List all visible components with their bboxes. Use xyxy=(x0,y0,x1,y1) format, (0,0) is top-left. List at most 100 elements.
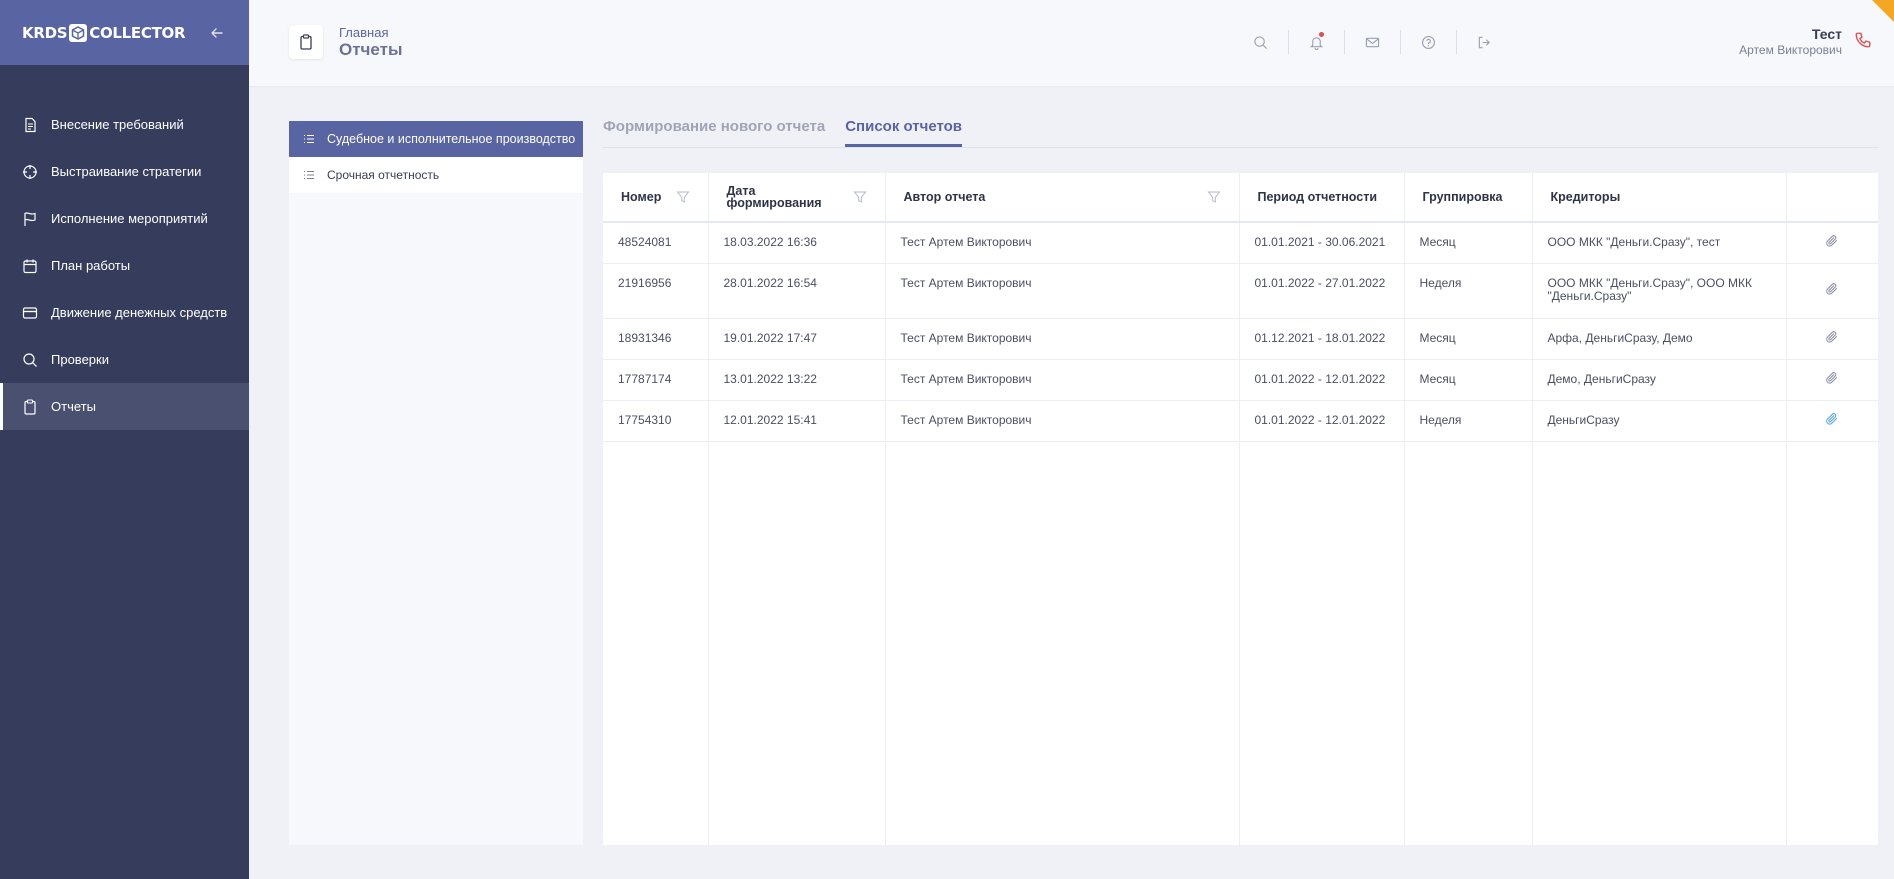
sidebar-nav: Внесение требований Выстраивание стратег… xyxy=(0,101,249,430)
cell-date: 28.01.2022 16:54 xyxy=(708,263,886,319)
search-button[interactable] xyxy=(1232,30,1288,54)
cell-grouping: Неделя xyxy=(1404,263,1533,319)
help-button[interactable] xyxy=(1400,30,1456,54)
paperclip-icon[interactable] xyxy=(1825,371,1839,385)
column-header-creditors: Кредиторы xyxy=(1532,173,1787,223)
crosshair-icon xyxy=(22,164,38,180)
phone-button[interactable] xyxy=(1854,31,1876,53)
sidebar-item-label: План работы xyxy=(51,258,131,273)
arrow-left-icon xyxy=(211,27,223,38)
sidebar-item-requirements[interactable]: Внесение требований xyxy=(0,101,249,148)
sidebar-item-label: Отчеты xyxy=(51,399,96,414)
phone-icon xyxy=(1855,32,1871,48)
cell-attachment xyxy=(1786,400,1878,442)
reports-table: Номер Дата формирования Автор отчета Пери… xyxy=(603,173,1878,845)
cell-author: Тест Артем Викторович xyxy=(885,222,1240,264)
logo-left-text: KRDS xyxy=(22,23,68,42)
cell-period: 01.01.2021 - 30.06.2021 xyxy=(1239,222,1405,264)
search-icon xyxy=(1253,35,1267,49)
logo-right-text: COLLECTOR xyxy=(89,23,186,42)
sidebar-item-work-plan[interactable]: План работы xyxy=(0,242,249,289)
document-icon xyxy=(22,117,38,133)
category-label: Судебное и исполнительное производство xyxy=(327,132,576,146)
notification-dot xyxy=(1319,32,1324,37)
filter-icon[interactable] xyxy=(1206,190,1221,204)
cell-attachment xyxy=(1786,263,1878,319)
help-icon xyxy=(1422,35,1435,49)
table-row[interactable]: 17787174 13.01.2022 13:22 Тест Артем Вик… xyxy=(603,359,1878,401)
column-label-line2: формирования xyxy=(726,196,822,210)
table-row[interactable]: 21916956 28.01.2022 16:54 Тест Артем Вик… xyxy=(603,263,1878,319)
cell-attachment xyxy=(1786,318,1878,360)
flag-icon xyxy=(22,211,38,227)
list-icon xyxy=(303,133,315,145)
messages-button[interactable] xyxy=(1344,30,1400,54)
table-row[interactable]: 18931346 19.01.2022 17:47 Тест Артем Вик… xyxy=(603,318,1878,360)
cell-attachment xyxy=(1786,359,1878,401)
column-header-attachment xyxy=(1786,173,1878,223)
user-menu[interactable]: Тест Артем Викторович xyxy=(1739,26,1842,57)
user-name: Тест xyxy=(1811,26,1842,42)
sidebar-item-label: Выстраивание стратегии xyxy=(51,164,202,179)
page-title: Отчеты xyxy=(339,40,403,59)
column-label: Автор отчета xyxy=(903,190,986,204)
filter-icon[interactable] xyxy=(852,190,867,204)
paperclip-icon[interactable] xyxy=(1825,234,1839,248)
table-header-row: Номер Дата формирования Автор отчета Пери… xyxy=(603,173,1878,223)
cell-number: 17787174 xyxy=(603,359,709,401)
logout-button[interactable] xyxy=(1456,30,1512,54)
cell-creditors: Арфа, ДеньгиСразу, Демо xyxy=(1532,318,1787,360)
cell-author: Тест Артем Викторович xyxy=(885,318,1240,360)
filter-icon[interactable] xyxy=(675,190,690,204)
clipboard-icon xyxy=(289,25,323,59)
app-logo[interactable]: KRDS COLLECTOR xyxy=(22,23,186,42)
credit-card-icon xyxy=(22,305,38,321)
cell-date: 12.01.2022 15:41 xyxy=(708,400,886,442)
cell-creditors: Демо, ДеньгиСразу xyxy=(1532,359,1787,401)
table-row[interactable]: 17754310 12.01.2022 15:41 Тест Артем Вик… xyxy=(603,400,1878,442)
cell-grouping: Месяц xyxy=(1404,359,1533,401)
cell-creditors: ДеньгиСразу xyxy=(1532,400,1787,442)
category-label: Срочная отчетность xyxy=(327,168,440,182)
column-header-author: Автор отчета xyxy=(885,173,1240,223)
paperclip-icon[interactable] xyxy=(1825,282,1839,296)
table-row[interactable]: 48524081 18.03.2022 16:36 Тест Артем Вик… xyxy=(603,222,1878,264)
cell-grouping: Месяц xyxy=(1404,318,1533,360)
sidebar-item-cashflow[interactable]: Движение денежных средств xyxy=(0,289,249,336)
notifications-button[interactable] xyxy=(1288,30,1344,54)
collapse-sidebar-button[interactable] xyxy=(207,23,227,43)
cell-number: 18931346 xyxy=(603,318,709,360)
report-category-panel: Судебное и исполнительное производство С… xyxy=(289,121,583,845)
header-actions xyxy=(1232,30,1512,54)
cell-creditors: ООО МКК "Деньги.Сразу", ООО МКК "Деньги.… xyxy=(1532,263,1787,319)
search-icon xyxy=(22,352,38,368)
sidebar-item-strategy[interactable]: Выстраивание стратегии xyxy=(0,148,249,195)
cell-author: Тест Артем Викторович xyxy=(885,400,1240,442)
user-subtitle: Артем Викторович xyxy=(1739,43,1842,57)
cell-period: 01.01.2022 - 12.01.2022 xyxy=(1239,400,1405,442)
breadcrumb[interactable]: Главная xyxy=(339,25,388,40)
sidebar-item-checks[interactable]: Проверки xyxy=(0,336,249,383)
cell-grouping: Месяц xyxy=(1404,222,1533,264)
sidebar-item-label: Проверки xyxy=(51,352,109,367)
mail-icon xyxy=(1365,37,1380,47)
cell-period: 01.01.2022 - 12.01.2022 xyxy=(1239,359,1405,401)
tab-new-report[interactable]: Формирование нового отчета xyxy=(603,118,825,147)
cell-number: 48524081 xyxy=(603,222,709,264)
tab-report-list[interactable]: Список отчетов xyxy=(845,118,963,147)
cube-logo-icon xyxy=(69,23,88,42)
sidebar-item-reports[interactable]: Отчеты xyxy=(0,383,249,430)
column-header-number: Номер xyxy=(603,173,709,223)
cell-author: Тест Артем Викторович xyxy=(885,359,1240,401)
paperclip-icon[interactable] xyxy=(1825,330,1839,344)
paperclip-icon[interactable] xyxy=(1825,412,1839,426)
sidebar-item-events[interactable]: Исполнение мероприятий xyxy=(0,195,249,242)
category-item-court[interactable]: Судебное и исполнительное производство xyxy=(289,121,583,157)
cell-period: 01.12.2021 - 18.01.2022 xyxy=(1239,318,1405,360)
column-header-date: Дата формирования xyxy=(708,173,886,223)
sidebar-item-label: Движение денежных средств xyxy=(51,305,228,320)
cell-date: 19.01.2022 17:47 xyxy=(708,318,886,360)
report-tabs: Формирование нового отчета Список отчето… xyxy=(603,118,1879,148)
category-item-urgent[interactable]: Срочная отчетность xyxy=(289,157,583,193)
list-icon xyxy=(303,169,315,181)
